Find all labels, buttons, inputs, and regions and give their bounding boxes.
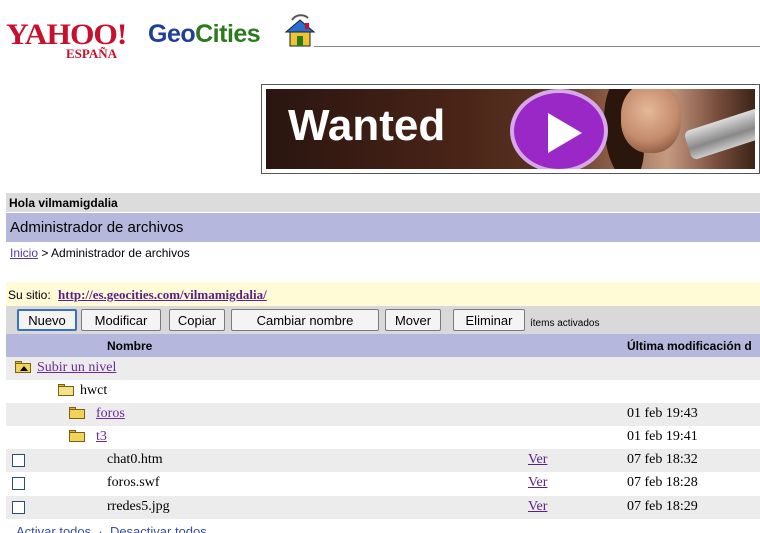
file-checkbox[interactable]: [12, 501, 25, 514]
modified-date: 01 feb 19:43: [627, 406, 698, 421]
new-button[interactable]: Nuevo: [17, 309, 77, 331]
delete-button[interactable]: Eliminar: [453, 309, 525, 331]
table-row: rredes5.jpg Ver 07 feb 18:29: [6, 496, 760, 519]
yahoo-geocities-logo[interactable]: YAHOO! ESPAÑA GeoCities: [6, 14, 316, 64]
modify-button[interactable]: Modificar: [81, 309, 161, 331]
move-button[interactable]: Mover: [385, 309, 441, 331]
page-title: Administrador de archivos: [6, 213, 760, 242]
file-toolbar: Nuevo Modificar Copiar Cambiar nombre Mo…: [6, 306, 760, 334]
geo-text: Geo: [148, 20, 196, 48]
view-link[interactable]: Ver: [528, 499, 547, 515]
folder-link-t3[interactable]: t3: [96, 429, 107, 445]
house-icon: [284, 14, 316, 47]
selection-links: Activar todos · Desactivar todos: [16, 524, 207, 533]
espana-logo-text: ESPAÑA: [66, 46, 118, 61]
table-row: t3 01 feb 19:41: [6, 426, 760, 449]
breadcrumb-current: Administrador de archivos: [51, 246, 190, 260]
rename-button[interactable]: Cambiar nombre: [231, 309, 379, 331]
folder-icon: [69, 407, 85, 419]
column-name-header[interactable]: Nombre: [107, 339, 152, 353]
column-modified-header[interactable]: Última modificación d: [627, 339, 752, 353]
site-url-link[interactable]: http://es.geocities.com/vilmamigdalia/: [58, 287, 267, 302]
breadcrumb-home-link[interactable]: Inicio: [10, 246, 38, 260]
banner-face-shape: [621, 89, 681, 153]
up-arrow-icon: [20, 366, 28, 371]
file-name: rredes5.jpg: [107, 499, 170, 514]
modified-date: 07 feb 18:28: [627, 475, 698, 490]
up-level-link[interactable]: Subir un nivel: [37, 360, 116, 376]
play-triangle: [548, 113, 582, 153]
greeting-bar: Hola vilmamigdalia: [6, 193, 760, 212]
modified-date: 01 feb 19:41: [627, 429, 698, 444]
modified-date: 07 feb 18:29: [627, 499, 698, 514]
geocities-logo-text: GeoCities: [148, 20, 261, 49]
current-folder-name: hwct: [80, 383, 108, 398]
header-divider: [314, 46, 760, 47]
file-checkbox[interactable]: [12, 477, 25, 490]
wanted-banner-ad[interactable]: Wanted: [261, 84, 760, 174]
banner-weapon-shape: [683, 107, 755, 161]
up-folder-icon: [15, 361, 31, 373]
copy-button[interactable]: Copiar: [169, 309, 225, 331]
banner-image: Wanted: [266, 89, 755, 169]
banner-title: Wanted: [288, 101, 446, 150]
site-label: Su sitio:: [8, 288, 51, 302]
current-folder-row: hwct: [6, 380, 760, 403]
folder-body: [15, 363, 31, 373]
table-row: foros 01 feb 19:43: [6, 403, 760, 426]
folder-icon: [69, 430, 85, 442]
breadcrumb: Inicio > Administrador de archivos: [10, 246, 190, 260]
up-level-row: Subir un nivel: [6, 357, 760, 380]
activate-all-link[interactable]: Activar todos: [16, 524, 91, 533]
cities-text: Cities: [195, 20, 261, 48]
folder-body: [69, 432, 85, 442]
table-row: foros.swf Ver 07 feb 18:28: [6, 472, 760, 495]
table-row: chat0.htm Ver 07 feb 18:32: [6, 449, 760, 472]
folder-body: [58, 386, 74, 396]
breadcrumb-separator: >: [41, 246, 49, 260]
open-folder-icon: [58, 384, 74, 396]
folder-link-foros[interactable]: foros: [96, 406, 125, 422]
site-url-bar: Su sitio: http://es.geocities.com/vilmam…: [6, 282, 760, 306]
view-link[interactable]: Ver: [528, 452, 547, 468]
file-name: foros.swf: [107, 475, 160, 490]
folder-body: [69, 409, 85, 419]
deactivate-all-link[interactable]: Desactivar todos: [110, 524, 207, 533]
view-link[interactable]: Ver: [528, 475, 547, 491]
play-icon[interactable]: [510, 89, 608, 169]
modified-date: 07 feb 18:32: [627, 452, 698, 467]
file-checkbox[interactable]: [12, 454, 25, 467]
active-items-note: ítems activados: [530, 318, 600, 329]
file-name: chat0.htm: [107, 452, 163, 467]
file-table-header: Nombre Última modificación d: [6, 334, 760, 357]
